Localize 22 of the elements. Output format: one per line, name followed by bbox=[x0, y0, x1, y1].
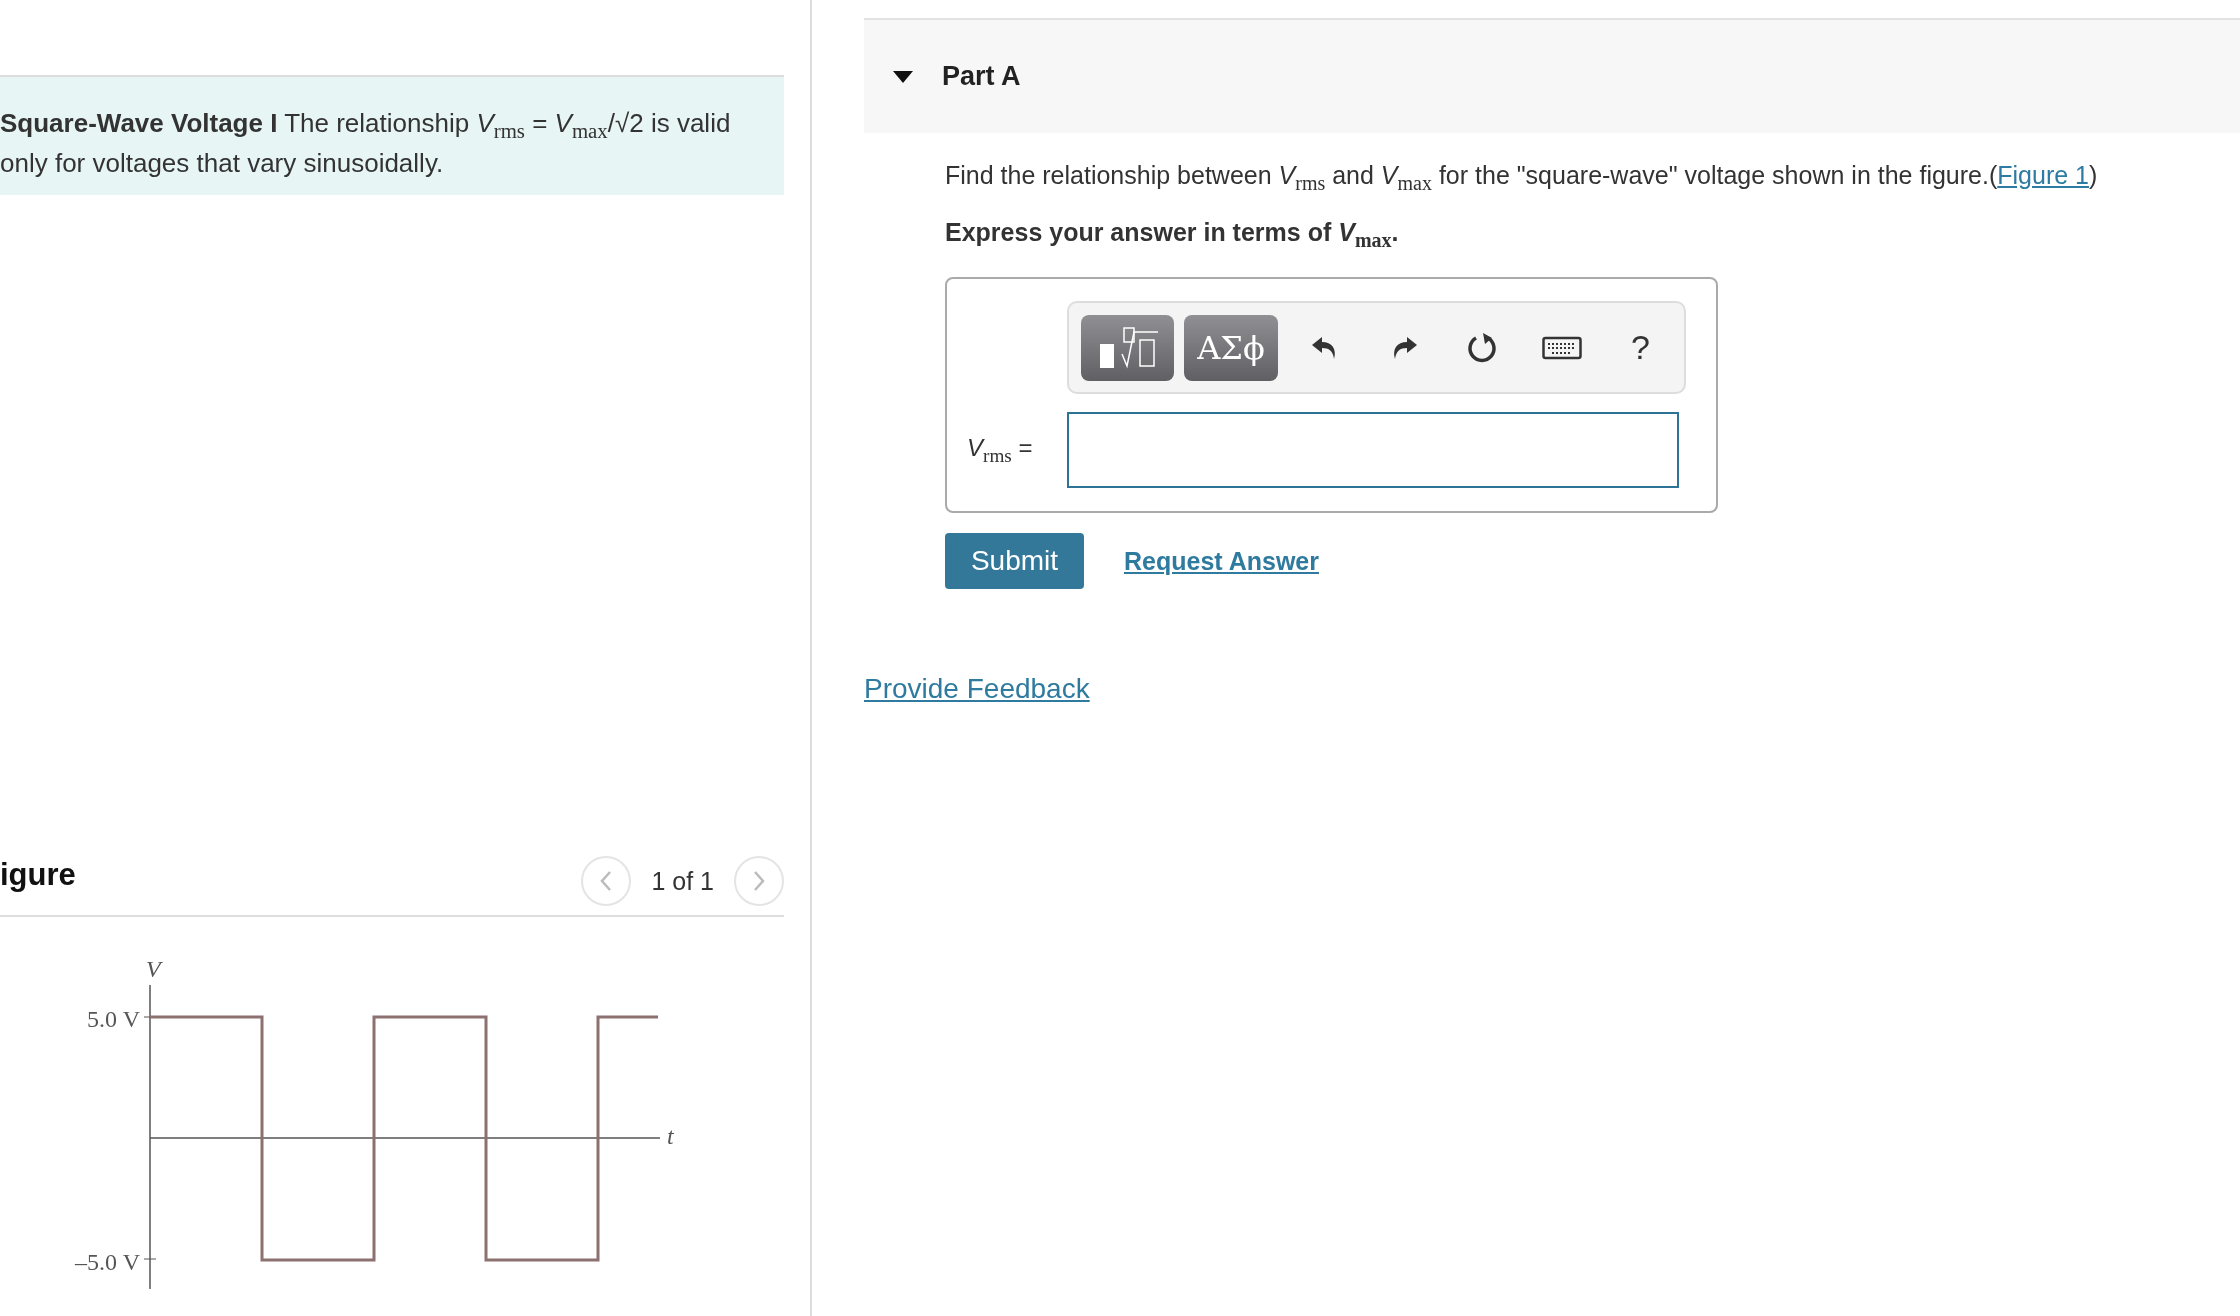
axis-label: t bbox=[667, 1123, 674, 1149]
symbols-button[interactable]: ΑΣϕ bbox=[1184, 314, 1278, 381]
request-answer-link[interactable]: Request Answer bbox=[1124, 546, 1319, 576]
tick-label: 5.0 V bbox=[87, 1006, 140, 1032]
figure-title: igure bbox=[0, 857, 76, 893]
templates-button[interactable] bbox=[1081, 314, 1175, 381]
submit-button[interactable]: Submit bbox=[945, 533, 1084, 589]
answer-field[interactable] bbox=[1067, 412, 1679, 488]
question-text: Find the relationship between V$_{rms}$ and V$_{max}$ for the "square-wave" voltage shown in the figure.(Figure 1) bbox=[945, 160, 2099, 196]
problem-text: Square-Wave Voltage I The relationship V$_{rms}$ = V$_{max}$/√2 is valid only for voltages that vary sinusoidally. bbox=[0, 107, 732, 181]
figure-link[interactable]: Figure 1 bbox=[1997, 161, 2089, 189]
part-title: Part A bbox=[942, 61, 1021, 92]
feedback-link[interactable]: Provide Feedback bbox=[864, 673, 1090, 705]
page-indicator: 1 of 1 bbox=[651, 866, 714, 896]
instruction-text: Express your answer in terms of V$_{max}$. bbox=[945, 217, 1400, 253]
answer-label: V$_{rms}$ = bbox=[967, 433, 1034, 467]
keyboard-icon bbox=[1541, 335, 1582, 360]
help-button[interactable]: ? bbox=[1609, 314, 1672, 381]
tick-label: –5.0 V bbox=[75, 1249, 140, 1275]
axis-label: V bbox=[146, 956, 161, 982]
collapse-caret-icon[interactable] bbox=[892, 68, 914, 85]
chevron-right-icon bbox=[751, 869, 767, 893]
